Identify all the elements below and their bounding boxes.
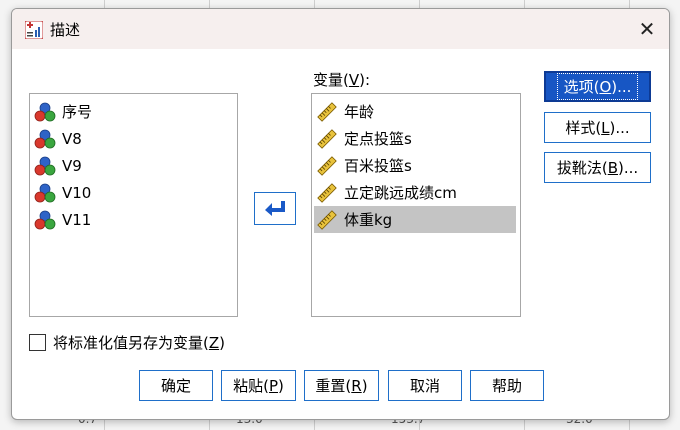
nominal-variable-icon xyxy=(34,156,56,175)
scale-variable-icon xyxy=(317,155,337,176)
variable-list-item-label: 立定跳远成绩cm xyxy=(344,184,457,202)
reset-button[interactable]: 重置(R) xyxy=(304,370,379,401)
variable-list-item[interactable]: 立定跳远成绩cm xyxy=(316,179,457,206)
variable-list-item-selected[interactable]: 体重kg xyxy=(314,206,516,233)
source-list-item-label: V9 xyxy=(62,156,82,175)
scale-variable-icon xyxy=(317,101,337,122)
source-list-item[interactable]: V9 xyxy=(34,152,82,179)
bootstrap-button[interactable]: 拔靴法(B)... xyxy=(544,152,651,183)
source-list-item[interactable]: V10 xyxy=(34,179,91,206)
scale-variable-icon xyxy=(317,128,337,149)
arrow-left-icon xyxy=(265,200,285,216)
variable-list-item-label: 百米投篮s xyxy=(344,157,412,175)
nominal-variable-icon xyxy=(34,102,56,121)
nominal-variable-icon xyxy=(34,129,56,148)
descriptives-app-icon xyxy=(25,21,43,39)
variable-list-item[interactable]: 定点投篮s xyxy=(316,125,412,152)
ok-button[interactable]: 确定 xyxy=(139,370,213,401)
nominal-variable-icon xyxy=(34,183,56,202)
source-list-item-label: 序号 xyxy=(62,103,93,121)
source-list-item-label: V8 xyxy=(62,129,82,148)
variable-list-item[interactable]: 年龄 xyxy=(316,98,374,125)
cancel-button[interactable]: 取消 xyxy=(388,370,462,401)
source-list-item-label: V11 xyxy=(62,210,92,229)
variable-list-item[interactable]: 百米投篮s xyxy=(316,152,412,179)
source-list-item[interactable]: V11 xyxy=(34,206,91,233)
close-button[interactable]: ✕ xyxy=(625,9,669,49)
style-button[interactable]: 样式(L)... xyxy=(544,112,651,143)
scale-variable-icon xyxy=(317,209,337,230)
variable-list-item-label: 体重kg xyxy=(344,211,393,229)
move-variable-button[interactable] xyxy=(254,192,296,225)
source-list-item[interactable]: 序号 xyxy=(34,98,92,125)
variables-label: 变量(V): xyxy=(313,71,371,89)
descriptives-dialog: 描述 ✕ 序号 V8 V9 V10 V11 变量(V): 年龄 定点投篮s 百米… xyxy=(11,8,670,420)
source-variable-list[interactable]: 序号 V8 V9 V10 V11 xyxy=(29,93,238,317)
dialog-title: 描述 xyxy=(50,21,81,39)
source-list-item-label: V10 xyxy=(62,183,92,202)
help-button[interactable]: 帮助 xyxy=(470,370,544,401)
source-list-item[interactable]: V8 xyxy=(34,125,82,152)
close-icon: ✕ xyxy=(638,17,656,41)
title-bar: 描述 ✕ xyxy=(12,9,669,49)
target-variable-list[interactable]: 年龄 定点投篮s 百米投篮s 立定跳远成绩cm 体重kg xyxy=(311,93,521,317)
save-standardized-checkbox[interactable] xyxy=(29,334,46,351)
paste-button[interactable]: 粘贴(P) xyxy=(221,370,296,401)
save-standardized-label: 将标准化值另存为变量(Z) xyxy=(53,334,225,352)
scale-variable-icon xyxy=(317,182,337,203)
variable-list-item-label: 定点投篮s xyxy=(344,130,412,148)
nominal-variable-icon xyxy=(34,210,56,229)
variable-list-item-label: 年龄 xyxy=(344,103,375,121)
options-button[interactable]: 选项(O)... xyxy=(544,71,651,102)
